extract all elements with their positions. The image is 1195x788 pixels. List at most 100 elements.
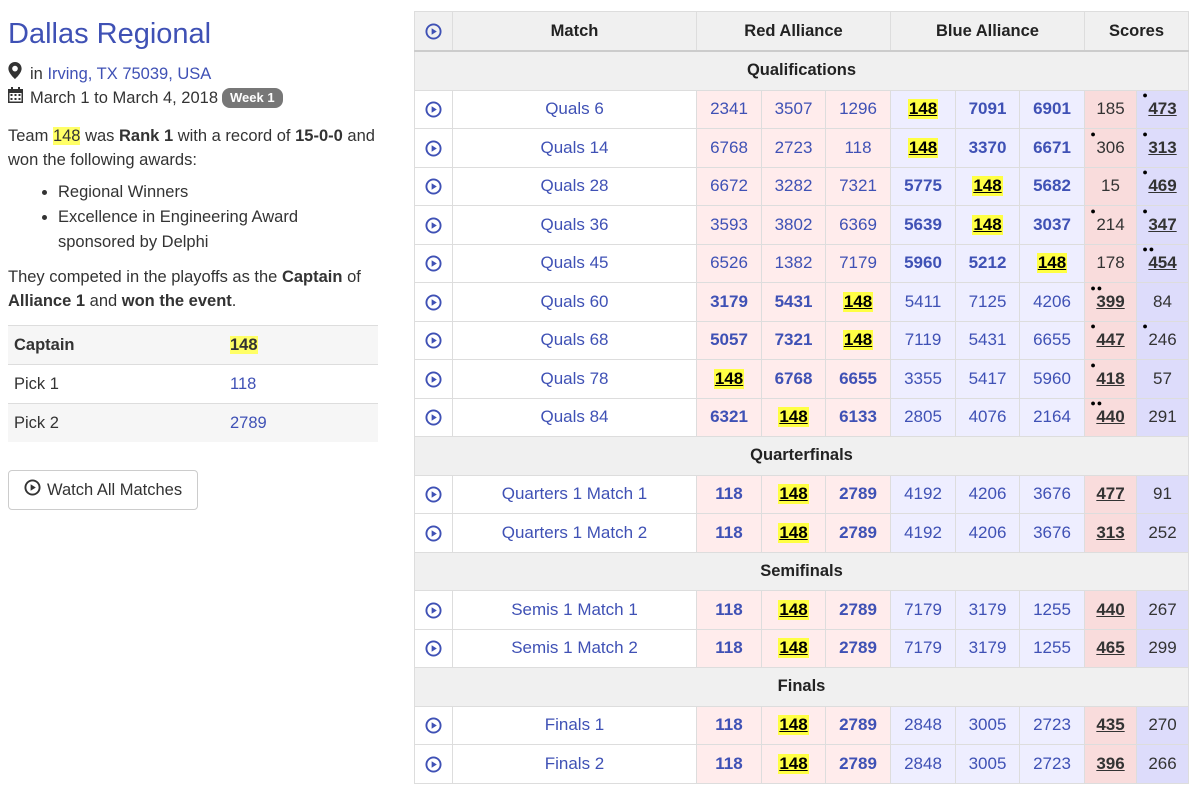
match-link[interactable]: Quarters 1 Match 1	[502, 484, 648, 503]
team-link[interactable]: 7179	[904, 600, 942, 620]
match-link[interactable]: Semis 1 Match 2	[511, 638, 638, 657]
team-link[interactable]: 2341	[710, 99, 748, 119]
team-link[interactable]: 2789	[839, 523, 877, 543]
play-circle-icon[interactable]	[425, 138, 442, 157]
alliance-team-link[interactable]: 148	[230, 335, 258, 354]
play-circle-icon[interactable]	[425, 484, 442, 503]
team-link[interactable]: 2723	[775, 138, 813, 158]
team-link[interactable]: 5212	[969, 253, 1007, 273]
team-link[interactable]: 2789	[839, 600, 877, 620]
match-link[interactable]: Quals 45	[540, 253, 608, 272]
match-link[interactable]: Quals 36	[540, 215, 608, 234]
team-link[interactable]: 7091	[969, 99, 1007, 119]
play-circle-icon[interactable]	[425, 407, 442, 426]
team-link[interactable]: 148	[778, 638, 809, 659]
match-video-cell[interactable]	[414, 590, 453, 630]
play-circle-icon[interactable]	[425, 292, 442, 311]
team-link[interactable]: 148	[907, 99, 939, 120]
team-link[interactable]: 3593	[710, 215, 748, 235]
team-link[interactable]: 3179	[969, 600, 1007, 620]
alliance-team-link[interactable]: 118	[230, 375, 256, 393]
play-circle-icon[interactable]	[425, 600, 442, 619]
team-link[interactable]: 148	[972, 176, 1003, 197]
match-video-cell[interactable]	[414, 282, 453, 322]
team-link[interactable]: 2164	[1033, 407, 1071, 427]
match-link[interactable]: Quals 84	[540, 407, 608, 426]
play-circle-icon[interactable]	[425, 523, 442, 542]
team-link[interactable]: 6655	[839, 369, 877, 389]
match-link[interactable]: Quarters 1 Match 2	[502, 523, 648, 542]
team-link[interactable]: 1255	[1033, 638, 1071, 658]
team-link[interactable]: 6133	[839, 407, 877, 427]
match-link[interactable]: Quals 6	[545, 99, 604, 118]
play-circle-icon[interactable]	[425, 754, 442, 773]
match-link[interactable]: Quals 14	[540, 138, 608, 157]
team-link[interactable]: 7321	[839, 176, 877, 196]
play-circle-icon[interactable]	[425, 99, 442, 118]
match-video-cell[interactable]	[414, 243, 453, 283]
play-circle-icon[interactable]	[425, 715, 442, 734]
team-link[interactable]: 7119	[905, 330, 942, 350]
team-link[interactable]: 148	[713, 368, 745, 389]
team-link[interactable]: 2789	[839, 754, 877, 774]
match-link[interactable]: Quals 68	[540, 330, 608, 349]
team-link[interactable]: 4192	[904, 523, 942, 543]
match-video-cell[interactable]	[414, 166, 453, 206]
team-link[interactable]: 3179	[969, 638, 1007, 658]
team-link[interactable]: 148	[972, 214, 1003, 235]
team-link[interactable]: 148	[778, 522, 809, 543]
team-link[interactable]: 5960	[904, 253, 942, 273]
match-video-cell[interactable]	[414, 128, 453, 168]
team-link[interactable]: 2848	[904, 754, 942, 774]
team-link[interactable]: 118	[715, 638, 742, 658]
event-location-link[interactable]: Irving, TX 75039, USA	[47, 62, 211, 86]
team-link[interactable]: 3802	[775, 215, 813, 235]
team-link[interactable]: 118	[715, 600, 742, 620]
match-link[interactable]: Finals 1	[545, 715, 605, 734]
team-link[interactable]: 2723	[1033, 715, 1071, 735]
team-link[interactable]: 6655	[1033, 330, 1071, 350]
team-link[interactable]: 3507	[775, 99, 813, 119]
team-link[interactable]: 2789	[839, 638, 877, 658]
team-link[interactable]: 6369	[839, 215, 877, 235]
team-link[interactable]: 1382	[775, 253, 813, 273]
team-link[interactable]: 2789	[839, 484, 877, 504]
team-link[interactable]: 2805	[904, 407, 942, 427]
team-link[interactable]: 6901	[1033, 99, 1071, 119]
team-link[interactable]: 3355	[904, 369, 942, 389]
team-link[interactable]: 6672	[710, 176, 748, 196]
team-link[interactable]: 148	[778, 753, 809, 774]
team-link[interactable]: 6671	[1033, 138, 1071, 158]
team-link[interactable]: 5682	[1033, 176, 1071, 196]
team-link[interactable]: 3676	[1033, 484, 1071, 504]
team-link[interactable]: 4192	[904, 484, 942, 504]
team-link[interactable]: 6768	[710, 138, 748, 158]
team-link[interactable]: 7179	[839, 253, 877, 273]
match-video-cell[interactable]	[414, 513, 453, 553]
team-link[interactable]: 148	[778, 715, 809, 736]
team-link[interactable]: 2848	[904, 715, 942, 735]
team-link[interactable]: 6321	[710, 407, 748, 427]
team-link[interactable]: 7321	[775, 330, 813, 350]
team-link[interactable]: 4206	[969, 523, 1007, 543]
team-link[interactable]: 4076	[969, 407, 1007, 427]
match-video-cell[interactable]	[414, 89, 453, 129]
match-link[interactable]: Finals 2	[545, 754, 605, 773]
team-link[interactable]: 3370	[969, 138, 1007, 158]
match-video-cell[interactable]	[414, 628, 453, 668]
match-link[interactable]: Quals 60	[540, 292, 608, 311]
team-link[interactable]: 6526	[710, 253, 748, 273]
play-circle-icon[interactable]	[425, 330, 442, 349]
team-link[interactable]: 148	[842, 330, 874, 351]
header-play-cell[interactable]	[414, 11, 453, 52]
team-link[interactable]: 7179	[904, 638, 942, 658]
match-video-cell[interactable]	[414, 474, 453, 514]
team-link[interactable]: 5411	[905, 292, 942, 312]
play-circle-icon[interactable]	[425, 215, 442, 234]
team-link[interactable]: 1255	[1033, 600, 1071, 620]
team-link[interactable]: 7125	[969, 292, 1007, 312]
team-link[interactable]: 3037	[1033, 215, 1071, 235]
team-link[interactable]: 6768	[775, 369, 813, 389]
team-link[interactable]: 148	[778, 599, 809, 620]
team-link[interactable]: 2723	[1033, 754, 1071, 774]
